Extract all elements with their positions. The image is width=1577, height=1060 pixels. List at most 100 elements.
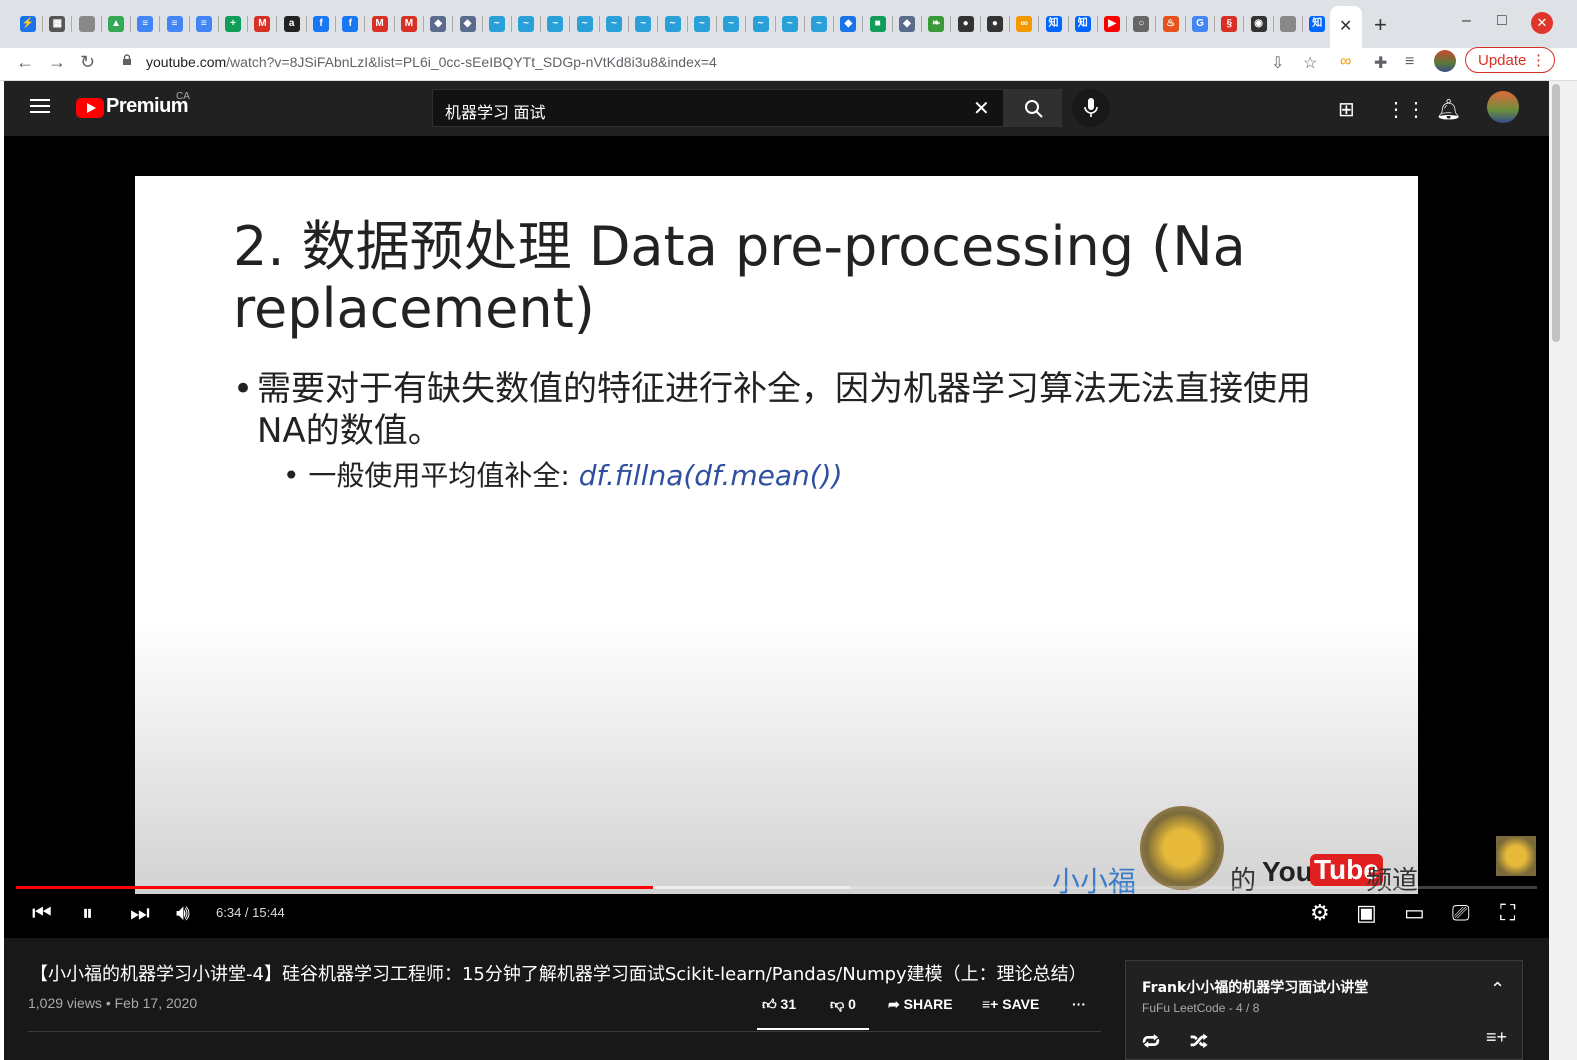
channel-branding-thumbnail[interactable] (1496, 836, 1536, 876)
theater-mode-icon[interactable]: ▭ (1404, 900, 1425, 926)
video-player[interactable]: 2. 数据预处理 Data pre-processing (Na replace… (4, 136, 1549, 938)
square-green-icon[interactable]: ■ (869, 16, 886, 32)
leaf-icon[interactable]: ❧ (928, 16, 945, 32)
facebook-icon[interactable]: f (342, 16, 359, 32)
next-icon[interactable]: ⏭ (130, 900, 150, 926)
bird-icon[interactable]: ~ (518, 16, 535, 32)
browser-profile-avatar[interactable] (1434, 50, 1456, 72)
github-icon[interactable]: ● (957, 16, 974, 32)
notifications-bell-icon[interactable]: 🔔︎ (1436, 97, 1461, 122)
address-bar[interactable]: youtube.com/watch?v=8JSiFAbnLzI&list=PL6… (112, 50, 1332, 76)
facebook-icon[interactable]: f (313, 16, 329, 32)
bird-icon[interactable]: ~ (811, 16, 828, 32)
playlist-panel[interactable]: Frank小小福的机器学习面试小讲堂 FuFu LeetCode - 4 / 8… (1125, 960, 1523, 1060)
bird-icon[interactable]: ~ (606, 16, 622, 32)
scrollbar-thumb[interactable] (1552, 84, 1560, 342)
gmail-icon[interactable]: M (254, 16, 271, 32)
bolt-icon[interactable]: ⚡ (20, 16, 36, 32)
new-tab-icon[interactable]: + (1374, 12, 1387, 38)
back-icon[interactable]: ← (16, 52, 34, 73)
playlist-save-icon[interactable]: ≡+ (1486, 1027, 1507, 1048)
bird-icon[interactable]: ~ (635, 16, 652, 32)
gmail-icon[interactable]: M (371, 16, 388, 32)
voice-search-button[interactable] (1072, 89, 1110, 127)
forward-icon[interactable]: → (48, 52, 66, 73)
cube-icon[interactable]: ◆ (459, 16, 476, 32)
blank-icon[interactable] (78, 16, 95, 32)
cube-icon[interactable]: ◆ (430, 16, 447, 32)
extension-infinity-icon[interactable]: ∞ (1340, 53, 1351, 71)
maximize-icon[interactable]: □ (1497, 12, 1507, 30)
install-icon[interactable]: ⇩ (1271, 53, 1284, 73)
apps-grid-icon[interactable]: ⋮⋮ (1386, 97, 1426, 122)
hamburger-menu-icon[interactable] (30, 99, 50, 113)
bird-icon[interactable]: ~ (547, 16, 564, 32)
like-button[interactable]: 👍︎ 31 (762, 996, 796, 1013)
bird-icon[interactable]: ~ (781, 16, 798, 32)
bird-icon[interactable]: ~ (488, 16, 505, 32)
clear-search-icon[interactable]: ✕ (973, 96, 990, 121)
volume-icon[interactable]: 🔊︎ (176, 900, 190, 926)
cube-icon[interactable]: ◆ (899, 16, 915, 32)
search-dark-icon[interactable]: ◉ (1250, 16, 1267, 32)
previous-icon[interactable]: ⏮ (32, 900, 52, 926)
infinity-icon[interactable]: ∞ (1016, 16, 1033, 32)
fullscreen-icon[interactable]: ⛶ (1500, 900, 1515, 926)
circle-icon[interactable]: ○ (1133, 16, 1150, 32)
red-icon[interactable]: § (1221, 16, 1238, 32)
youtube-logo-icon[interactable] (76, 98, 104, 118)
collapse-chevron-icon[interactable]: ⌃ (1490, 979, 1505, 1000)
diamond-icon[interactable]: ◆ (840, 16, 857, 32)
miniplayer-icon[interactable]: ▣ (1356, 900, 1377, 926)
account-avatar[interactable] (1487, 91, 1519, 123)
google-icon[interactable]: G (1192, 16, 1208, 32)
youtube-icon[interactable]: ▶ (1104, 16, 1121, 32)
docs-icon[interactable]: ≡ (195, 16, 212, 32)
bird-icon[interactable]: ~ (723, 16, 740, 32)
tab-separator (1155, 16, 1157, 32)
gmail-icon[interactable]: M (400, 16, 417, 32)
shuffle-icon[interactable]: 🔀︎ (1190, 1027, 1208, 1054)
loop-icon[interactable]: 🔁︎ (1142, 1027, 1160, 1054)
reload-icon[interactable]: ↻ (80, 52, 95, 73)
photo-icon[interactable]: ▦ (49, 16, 66, 32)
active-tab[interactable]: ✕ (1330, 6, 1362, 48)
minimize-icon[interactable]: – (1462, 12, 1471, 30)
playlist-title[interactable]: Frank小小福的机器学习面试小讲堂 (1142, 977, 1368, 997)
bird-icon[interactable]: ~ (693, 16, 710, 32)
amazon-icon[interactable]: a (283, 16, 300, 32)
share-button[interactable]: ➦ SHARE (888, 996, 953, 1013)
media-queue-icon[interactable]: ≡ (1405, 53, 1414, 71)
docs-icon[interactable]: ≡ (166, 16, 183, 32)
dislike-button[interactable]: 👎︎ 0 (830, 996, 856, 1013)
settings-gear-icon[interactable]: ⚙ (1310, 900, 1330, 926)
update-button[interactable]: Update ⋮ (1465, 47, 1555, 73)
bird-icon[interactable]: ~ (664, 16, 681, 32)
docs-icon[interactable]: ≡ (137, 16, 154, 32)
zhihu-icon[interactable]: 知 (1309, 16, 1326, 32)
search-button[interactable] (1004, 89, 1062, 127)
bird-icon[interactable]: ~ (576, 16, 593, 32)
search-icon (1025, 100, 1043, 118)
create-video-icon[interactable]: ⊞ (1338, 97, 1355, 122)
save-button[interactable]: ≡+ SAVE (982, 996, 1039, 1012)
flame-icon[interactable]: ♨ (1162, 16, 1179, 32)
search-input[interactable]: 机器学习 面试 ✕ (432, 89, 1004, 127)
github-icon[interactable]: ● (986, 16, 1003, 32)
close-tab-icon[interactable]: ✕ (1339, 16, 1352, 36)
playlist-subtitle[interactable]: FuFu LeetCode - 4 / 8 (1142, 1001, 1259, 1015)
window-close-icon[interactable]: ✕ (1531, 12, 1553, 34)
drive-icon[interactable]: ▲ (107, 16, 124, 32)
zhihu-icon[interactable]: 知 (1045, 16, 1062, 32)
bird-icon[interactable]: ~ (752, 16, 769, 32)
blank-icon[interactable] (1279, 16, 1296, 32)
more-actions-icon[interactable]: ··· (1072, 996, 1086, 1012)
pause-icon[interactable]: ⏸ (82, 900, 93, 926)
extensions-puzzle-icon[interactable]: ✚ (1374, 53, 1387, 73)
sheets-icon[interactable]: + (225, 16, 242, 32)
bookmark-star-icon[interactable]: ☆ (1303, 53, 1317, 73)
tab-separator (891, 16, 893, 32)
cast-icon[interactable]: ⎚ (1452, 900, 1470, 926)
zhihu-icon[interactable]: 知 (1074, 16, 1091, 32)
seek-bar[interactable] (16, 886, 1537, 889)
